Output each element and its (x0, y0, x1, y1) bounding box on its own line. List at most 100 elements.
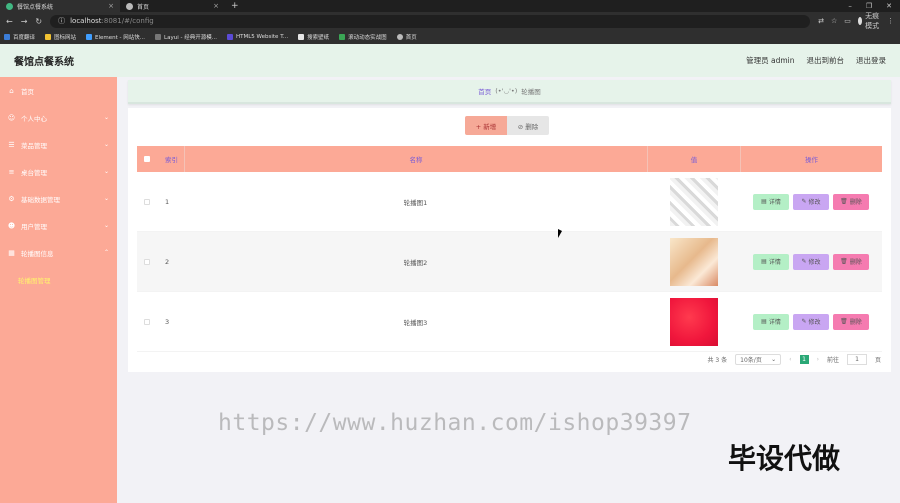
translate-icon[interactable]: ⇄ (818, 17, 824, 25)
carousel-thumbnail[interactable] (669, 177, 718, 226)
remove-button[interactable]: 🗑 删除 (833, 313, 869, 330)
column-header-actions: 操作 (740, 146, 882, 172)
document-icon: ▤ (761, 198, 767, 205)
breadcrumb-current: 轮播图 (521, 88, 541, 96)
detail-button[interactable]: ▤ 详情 (753, 313, 789, 330)
column-header-name: 名称 (184, 146, 647, 172)
mouse-cursor-icon (558, 229, 562, 238)
home-icon: ⌂ (9, 86, 14, 95)
row-checkbox[interactable] (144, 198, 150, 205)
browser-tab-bar: 餐馆点餐系统 × 首页 × + – ❐ ✕ (0, 0, 900, 12)
bookmark-item[interactable]: Layui - 经典开源模... (155, 33, 217, 41)
more-menu-icon[interactable]: ⋮ (887, 17, 894, 25)
sidebar-item-dishes[interactable]: ☰ 菜品管理 ⌄ (0, 131, 117, 158)
column-header-value: 值 (647, 146, 740, 172)
close-tab-icon[interactable]: × (108, 2, 114, 10)
forward-icon[interactable]: → (21, 17, 28, 26)
prev-page-button[interactable]: ‹ (789, 356, 791, 363)
row-checkbox[interactable] (144, 258, 150, 265)
maximize-icon[interactable]: ❐ (866, 2, 872, 10)
bookmark-item[interactable]: 图标网站 (45, 33, 76, 41)
next-page-button[interactable]: › (817, 356, 819, 363)
row-index: 2 (165, 257, 170, 266)
window-controls: – ❐ ✕ (848, 2, 900, 10)
detail-button[interactable]: ▤ 详情 (753, 193, 789, 210)
browser-tab[interactable]: 首页 × (120, 0, 225, 12)
row-name: 轮播图2 (403, 258, 428, 267)
trash-icon: 🗑 (840, 318, 848, 325)
bookmark-item[interactable]: Element - 网站快... (86, 33, 145, 41)
url-host: localhost (70, 17, 102, 25)
goto-page-input[interactable]: 1 (846, 354, 867, 365)
pencil-icon: ✎ (801, 198, 807, 205)
sidebar: ⌂ 首页 ☺ 个人中心 ⌄ ☰ 菜品管理 ⌄ ≡ 桌台管理 ⌄ ⚙ 基础数据管理 ⌄ ☻ 用户管理 ⌄… (0, 77, 117, 503)
back-icon[interactable]: ← (6, 17, 13, 26)
edit-button[interactable]: ✎ 修改 (793, 313, 829, 330)
sidebar-item-carousel[interactable]: ▦ 轮播图信息 ⌃ (0, 239, 117, 266)
carousel-thumbnail[interactable] (669, 297, 718, 346)
close-tab-icon[interactable]: × (213, 2, 219, 10)
row-index: 1 (165, 197, 170, 206)
watermark-text: https://www.huzhan.com/ishop39397 (218, 410, 692, 436)
remove-button[interactable]: 🗑 删除 (833, 253, 869, 270)
close-window-icon[interactable]: ✕ (886, 2, 892, 10)
table-row: 1 轮播图1 ▤ 详情 ✎ 修改 🗑 删除 (137, 172, 882, 232)
content-panel: + 新增 ⊘ 删除 索引 名称 值 操作 1 轮播图1 ▤ 详情 ✎ 修改 🗑 删除 … (128, 108, 891, 372)
page-suffix: 页 (874, 357, 881, 364)
sidebar-item-profile[interactable]: ☺ 个人中心 ⌄ (0, 104, 117, 131)
star-icon[interactable]: ☆ (831, 17, 837, 25)
exit-to-front-link[interactable]: 退出到前台 (807, 55, 845, 66)
sidebar-item-base-data[interactable]: ⚙ 基础数据管理 ⌄ (0, 185, 117, 212)
logout-link[interactable]: 退出登录 (856, 55, 886, 66)
gear-icon: ⚙ (8, 194, 15, 203)
bookmark-item[interactable]: HTML5 Website T... (226, 34, 288, 40)
browser-tab-active[interactable]: 餐馆点餐系统 × (0, 0, 120, 12)
breadcrumb-home[interactable]: 首页 (478, 86, 491, 96)
bookmark-icon (339, 34, 346, 40)
delete-button[interactable]: ⊘ 删除 (507, 116, 549, 135)
bookmark-item[interactable]: 搜索壁纸 (298, 33, 329, 41)
incognito-icon (857, 17, 863, 25)
bookmark-icon (226, 34, 233, 40)
row-index: 3 (165, 317, 170, 326)
bookmark-icon (396, 34, 403, 40)
bookmark-icon (155, 34, 162, 40)
url-field[interactable]: ⓘ localhost:8081/#/config (50, 14, 811, 28)
tab-title: 首页 (137, 3, 150, 11)
sidepanel-icon[interactable]: ▭ (844, 17, 851, 25)
tab-title: 餐馆点餐系统 (17, 3, 54, 11)
chevron-down-icon: ⌄ (771, 356, 777, 363)
bookmarks-bar: 百度翻译 图标网站 Element - 网站快... Layui - 经典开源模… (0, 30, 900, 44)
edit-button[interactable]: ✎ 修改 (793, 193, 829, 210)
bookmark-item[interactable]: 滚动动态实战图 (339, 33, 387, 41)
app-title: 餐馆点餐系统 (14, 57, 74, 68)
page-size-select[interactable]: 10条/页 ⌄ (735, 354, 782, 365)
minimize-icon[interactable]: – (848, 2, 852, 10)
detail-button[interactable]: ▤ 详情 (753, 253, 789, 270)
bookmark-item[interactable]: 首页 (396, 33, 417, 41)
pencil-icon: ✎ (801, 258, 807, 265)
edit-button[interactable]: ✎ 修改 (793, 253, 829, 270)
list-icon: ≡ (8, 167, 15, 176)
new-tab-button[interactable]: + (225, 1, 245, 11)
carousel-table: 索引 名称 值 操作 1 轮播图1 ▤ 详情 ✎ 修改 🗑 删除 2 轮播图2 ▤ 详情… (137, 146, 882, 352)
vue-favicon-icon (6, 2, 13, 10)
sidebar-item-home[interactable]: ⌂ 首页 (0, 77, 117, 104)
sidebar-item-tables[interactable]: ≡ 桌台管理 ⌄ (0, 158, 117, 185)
remove-button[interactable]: 🗑 删除 (833, 193, 869, 210)
bookmark-item[interactable]: 百度翻译 (4, 33, 35, 41)
profile-button[interactable]: 无痕模式 (857, 11, 880, 31)
carousel-thumbnail[interactable] (669, 237, 718, 286)
column-header-index: 索引 (165, 156, 178, 164)
sidebar-item-users[interactable]: ☻ 用户管理 ⌄ (0, 212, 117, 239)
reload-icon[interactable]: ↻ (35, 17, 42, 26)
sidebar-subitem-carousel-manage[interactable]: 轮播图管理 (0, 266, 117, 293)
chevron-down-icon: ⌄ (103, 195, 109, 202)
select-all-checkbox[interactable] (144, 156, 150, 162)
add-button[interactable]: + 新增 (465, 116, 507, 135)
bookmark-icon (86, 34, 93, 40)
trash-icon: 🗑 (840, 258, 848, 265)
page-number-current[interactable]: 1 (799, 355, 809, 364)
row-checkbox[interactable] (144, 318, 150, 325)
chevron-down-icon: ⌄ (103, 114, 109, 121)
